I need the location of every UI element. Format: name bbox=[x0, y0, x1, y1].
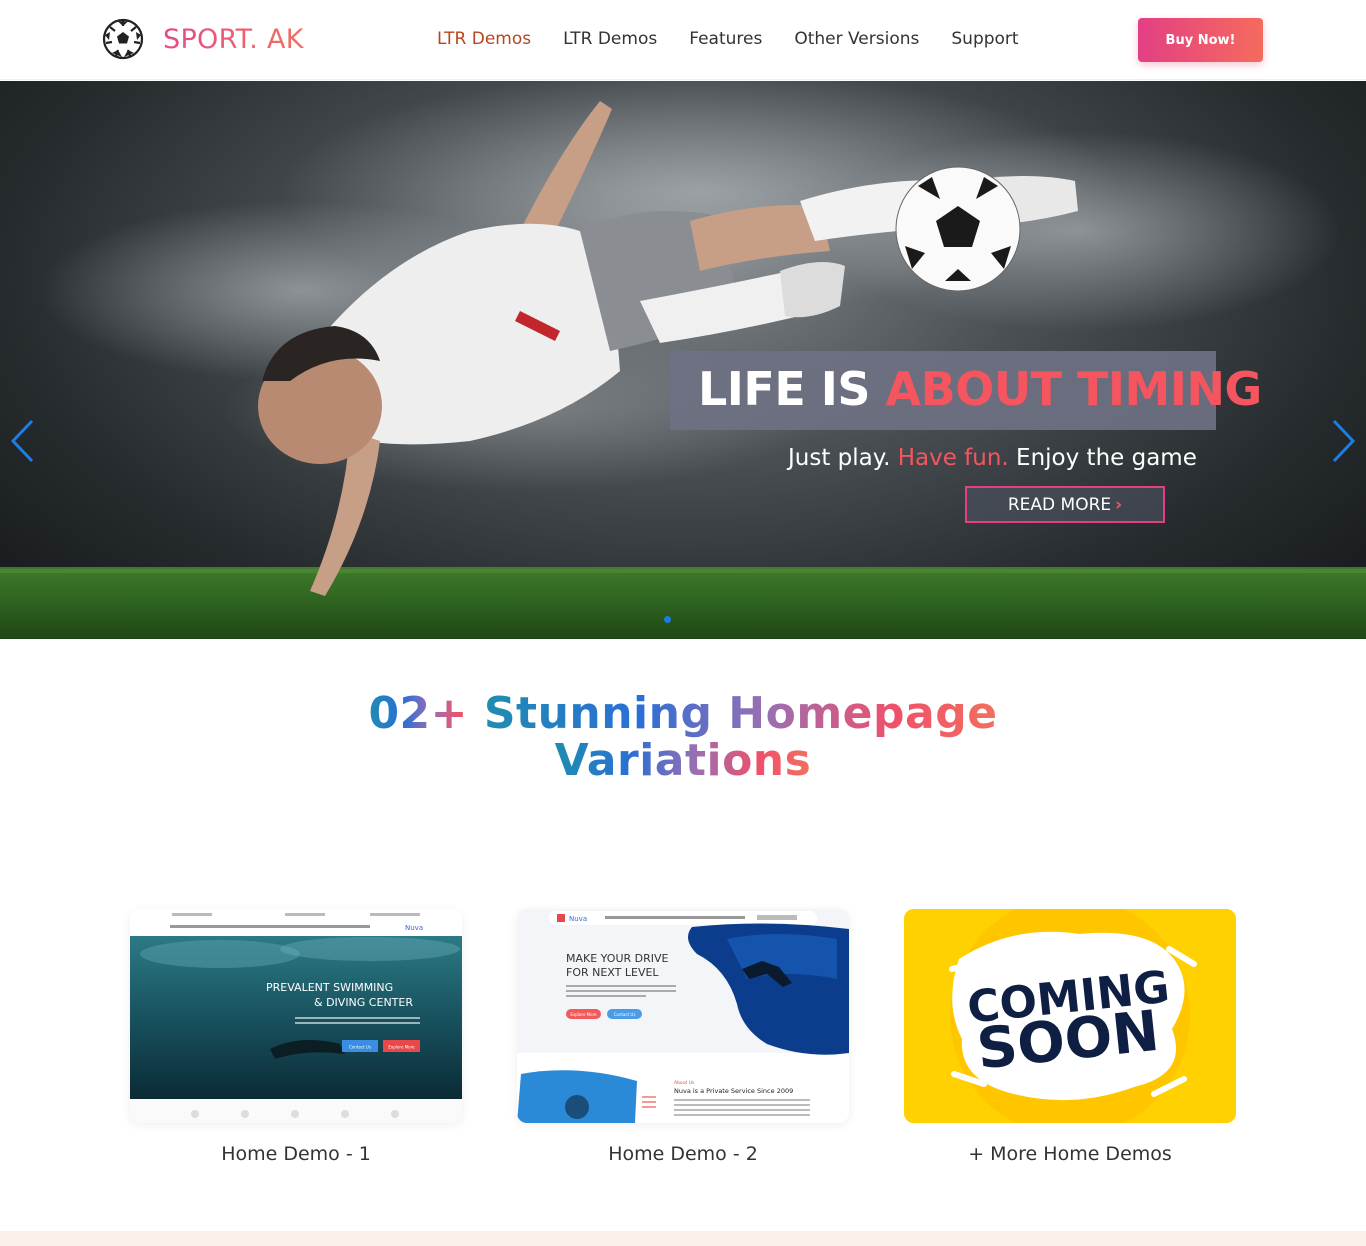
title-line1: Stunning Homepage bbox=[483, 688, 998, 739]
footer-strip bbox=[0, 1231, 1366, 1246]
demo-card-1[interactable]: Nuva PREVALENT SWIMMING & DIVING CENTER … bbox=[130, 909, 462, 1123]
demo-card-coming-soon[interactable]: COMING SOON bbox=[904, 909, 1236, 1123]
demo-2-about-kicker: About Us bbox=[674, 1080, 695, 1086]
demo-2-label[interactable]: Home Demo - 2 bbox=[517, 1143, 849, 1165]
demo-2-btn1: Explore More bbox=[570, 1012, 597, 1017]
demo-1-preview-image: Nuva PREVALENT SWIMMING & DIVING CENTER … bbox=[130, 909, 462, 1123]
demo-2-heading-2: FOR NEXT LEVEL bbox=[566, 966, 659, 979]
nav-item-ltr-demos-2[interactable]: LTR Demos bbox=[563, 29, 657, 49]
tagline-part3: Enjoy the game bbox=[1008, 445, 1197, 471]
buy-now-button[interactable]: Buy Now! bbox=[1138, 18, 1263, 62]
demo-2-brand: Nuva bbox=[569, 915, 587, 923]
brand-logo[interactable]: SPORT. AK bbox=[102, 18, 304, 60]
demo-2-heading-1: MAKE YOUR DRIVE bbox=[566, 952, 669, 965]
coming-soon-image: COMING SOON bbox=[904, 909, 1236, 1123]
demo-1-label[interactable]: Home Demo - 1 bbox=[130, 1143, 462, 1165]
next-slide-arrow[interactable] bbox=[1328, 416, 1358, 466]
hero-headline: LIFE IS ABOUT TIMING bbox=[698, 362, 1262, 416]
nav-item-features[interactable]: Features bbox=[689, 29, 762, 49]
demo-1-btn2: Explore More bbox=[388, 1045, 415, 1050]
title-line2: Variations bbox=[554, 735, 812, 786]
demo-2-about-title: Nuva is a Private Service Since 2009 bbox=[674, 1087, 793, 1095]
nav-item-ltr-demos[interactable]: LTR Demos bbox=[437, 29, 531, 49]
chevron-right-icon: › bbox=[1115, 494, 1123, 515]
tagline-part1: Just play. bbox=[788, 445, 898, 471]
tagline-part2: Have fun. bbox=[897, 445, 1009, 471]
demo-1-heading-2: & DIVING CENTER bbox=[314, 996, 413, 1009]
demo-2-preview-image: Nuva MAKE YOUR DRIVE FOR NEXT LEVEL Expl… bbox=[517, 909, 849, 1123]
hero-tagline: Just play. Have fun. Enjoy the game bbox=[788, 445, 1197, 471]
nav-item-support[interactable]: Support bbox=[951, 29, 1018, 49]
brand-name: SPORT. AK bbox=[163, 23, 304, 55]
demo-1-heading-1: PREVALENT SWIMMING bbox=[266, 981, 393, 994]
read-more-button[interactable]: READ MORE › bbox=[965, 486, 1165, 523]
soccer-ball-icon bbox=[102, 18, 144, 60]
slide-indicator-dot[interactable] bbox=[664, 616, 671, 623]
demo-1-brand: Nuva bbox=[405, 924, 423, 932]
top-navbar: SPORT. AK LTR Demos LTR Demos Features O… bbox=[0, 0, 1366, 80]
demo-1-btn1: Contact Us bbox=[349, 1045, 371, 1050]
demo-2-btn2: Contact Us bbox=[614, 1012, 636, 1017]
hero-slider: LIFE IS ABOUT TIMING Just play. Have fun… bbox=[0, 81, 1366, 639]
soccer-ball bbox=[895, 166, 1021, 292]
headline-part1: LIFE IS bbox=[698, 362, 886, 416]
demo-card-2[interactable]: Nuva MAKE YOUR DRIVE FOR NEXT LEVEL Expl… bbox=[517, 909, 849, 1123]
title-count: 02+ bbox=[368, 688, 484, 739]
nav-item-other-versions[interactable]: Other Versions bbox=[794, 29, 919, 49]
main-nav: LTR Demos LTR Demos Features Other Versi… bbox=[437, 29, 1051, 49]
section-title: 02+ Stunning Homepage Variations bbox=[0, 690, 1366, 784]
headline-part2: ABOUT TIMING bbox=[885, 362, 1263, 416]
prev-slide-arrow[interactable] bbox=[8, 416, 38, 466]
read-more-label: READ MORE bbox=[1007, 494, 1112, 515]
hero-headline-box: LIFE IS ABOUT TIMING bbox=[670, 351, 1262, 430]
more-demos-label[interactable]: + More Home Demos bbox=[904, 1143, 1236, 1165]
